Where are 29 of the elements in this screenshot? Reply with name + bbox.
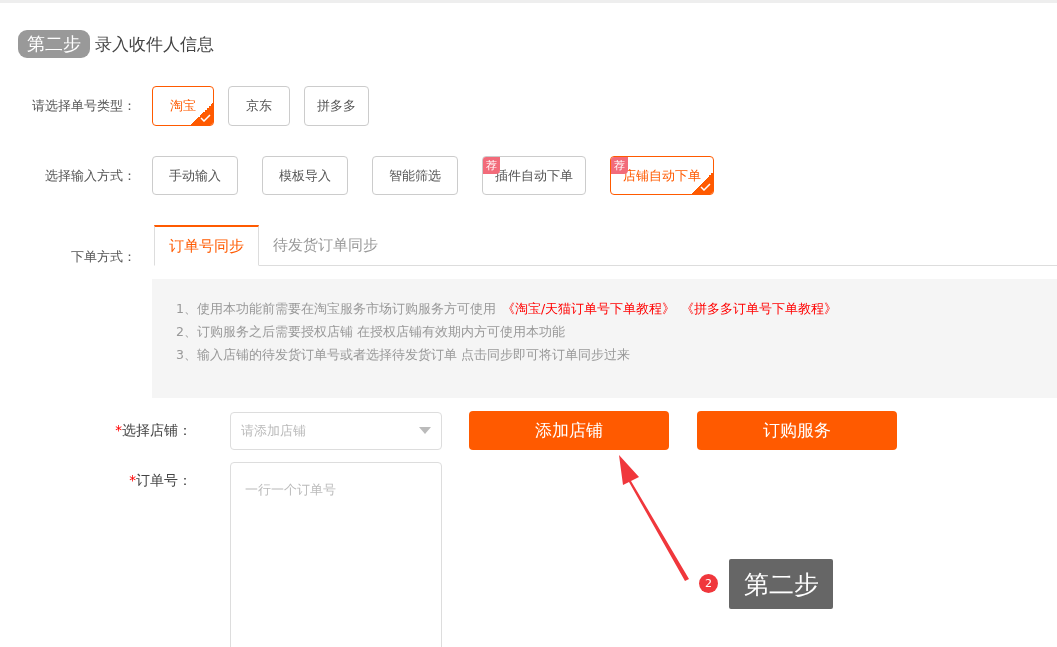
order-type-option[interactable]: 京东: [228, 86, 290, 126]
tutorial-link[interactable]: 《淘宝/天猫订单号下单教程》: [501, 301, 676, 318]
store-label: 选择店铺：: [122, 421, 192, 438]
notice-text: 1、使用本功能前需要在淘宝服务市场订购服务方可使用: [176, 301, 496, 318]
order-type-label: 请选择单号类型：: [31, 97, 136, 115]
notice-text: 2、订购服务之后需要授权店铺 在授权店铺有效期内方可使用本功能: [176, 324, 565, 341]
order-mode-label: 下单方式：: [70, 248, 136, 266]
order-type-option[interactable]: 淘宝: [152, 86, 214, 126]
recommend-badge: 荐: [611, 157, 628, 174]
order-mode-tab[interactable]: 订单号同步: [154, 225, 259, 266]
notice-text: 3、输入店铺的待发货订单号或者选择待发货订单 点击同步即可将订单同步过来: [176, 347, 630, 364]
order-type-option[interactable]: 拼多多: [304, 86, 369, 126]
step-title: 录入收件人信息: [95, 32, 214, 56]
action-button[interactable]: 添加店铺: [469, 411, 669, 450]
caret-icon: [419, 427, 431, 434]
input-method-option[interactable]: 手动输入: [152, 156, 238, 195]
order-number-label: 订单号：: [136, 472, 192, 488]
input-method-option[interactable]: 模板导入: [262, 156, 348, 195]
input-method-option[interactable]: 智能筛选: [372, 156, 458, 195]
recommend-badge: 荐: [483, 157, 500, 174]
action-button[interactable]: 订购服务: [697, 411, 897, 450]
step-number-badge: 2: [699, 574, 718, 593]
step-callout: 第二步: [729, 559, 833, 609]
required-mark: *: [129, 472, 136, 488]
step-badge: 第二步: [18, 30, 90, 58]
tutorial-link[interactable]: 《拼多多订单号下单教程》: [681, 301, 838, 318]
required-mark: *: [115, 421, 122, 438]
input-method-label: 选择输入方式：: [44, 166, 136, 185]
store-select[interactable]: 请添加店铺: [230, 411, 442, 450]
